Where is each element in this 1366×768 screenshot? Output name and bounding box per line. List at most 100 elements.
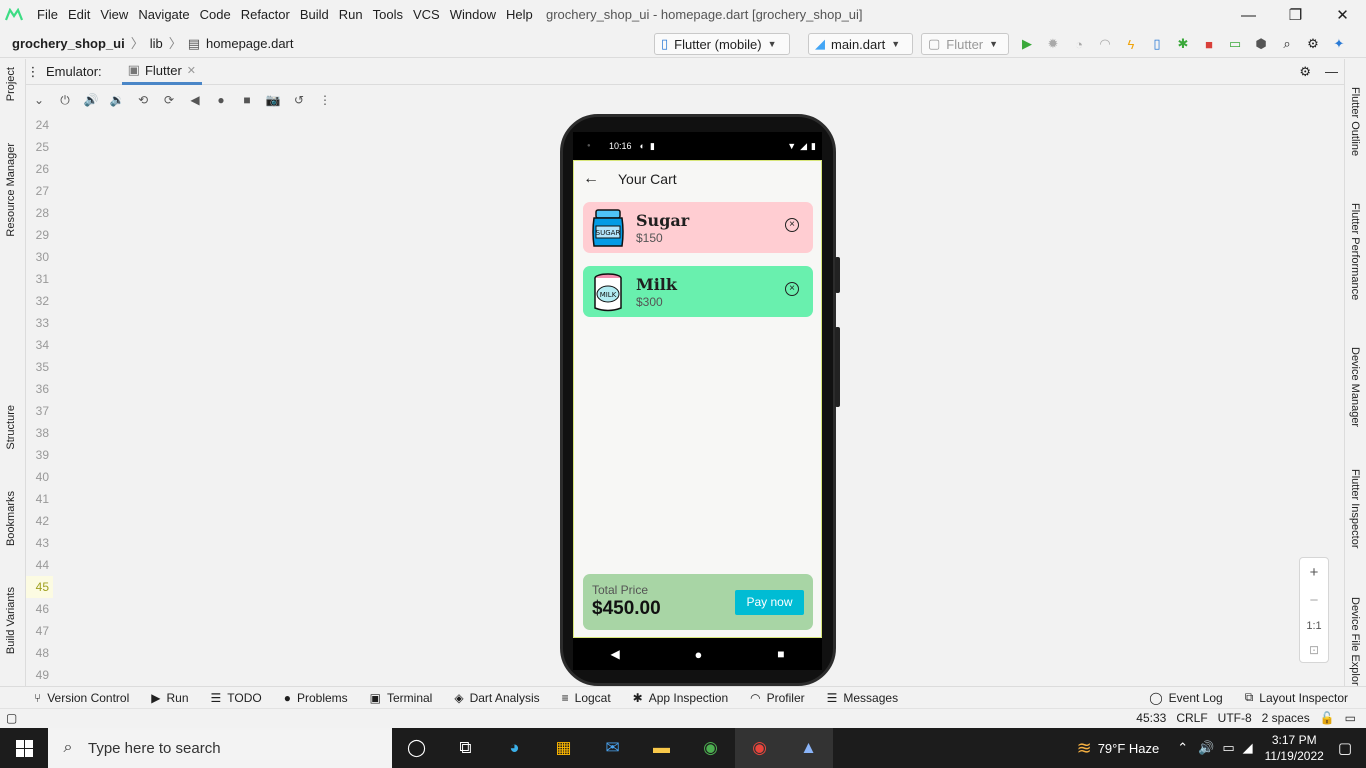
weather-icon[interactable]: ≋ [1077, 738, 1092, 759]
tool-tab-build-variants[interactable]: Build Variants [5, 587, 17, 654]
tool-tab-messages[interactable]: ☰ Messages [827, 691, 898, 705]
layout-toggle-icon[interactable]: ▢ [6, 711, 17, 725]
snapshot-icon[interactable]: ↺ [286, 93, 312, 107]
tool-tab-app-inspection[interactable]: ✱ App Inspection [633, 691, 728, 705]
nav-home-icon[interactable]: ● [695, 647, 703, 662]
apply-changes-icon[interactable]: ▯ [1144, 36, 1170, 52]
attach-selector[interactable]: ▢ Flutter ▼ [921, 33, 1009, 55]
close-tab-icon[interactable]: ✕ [187, 64, 196, 77]
menu-file[interactable]: File [32, 0, 63, 30]
stop-icon[interactable]: ■ [1196, 37, 1222, 52]
store-icon[interactable]: ▦ [539, 728, 588, 768]
tool-tab-project[interactable]: Project [5, 67, 17, 101]
rotate-right-icon[interactable]: ⟳ [156, 93, 182, 107]
lock-icon[interactable]: 🔓 [1320, 711, 1335, 725]
menu-tools[interactable]: Tools [368, 0, 408, 30]
tab-flutter-emulator[interactable]: ▣ Flutter ✕ [121, 59, 202, 85]
menu-navigate[interactable]: Navigate [133, 0, 194, 30]
hot-reload-icon[interactable]: ϟ [1118, 37, 1144, 52]
run-config-selector[interactable]: ◢ main.dart ▼ [808, 33, 913, 55]
sdk-manager-icon[interactable]: ⬢ [1248, 36, 1274, 52]
tool-tab-version-control[interactable]: ⑂ Version Control [34, 691, 129, 705]
debug-icon[interactable]: ✹ [1040, 36, 1066, 52]
battery-tray-icon[interactable]: ▭ [1222, 740, 1234, 756]
run-icon[interactable]: ▶ [1014, 36, 1040, 52]
weather-text[interactable]: 79°F Haze [1098, 741, 1160, 756]
menu-code[interactable]: Code [195, 0, 236, 30]
coverage-icon[interactable]: ◠ [1092, 36, 1118, 52]
task-view-icon[interactable]: ⧉ [441, 728, 490, 768]
volume-up-icon[interactable]: 🔊 [78, 93, 104, 107]
menu-refactor[interactable]: Refactor [236, 0, 295, 30]
show-hidden-icons[interactable]: ⌃ [1177, 740, 1188, 756]
rotate-left-icon[interactable]: ⟲ [130, 93, 156, 107]
more-options-icon[interactable]: ⋮ [312, 93, 338, 107]
tool-tab-todo[interactable]: ☰ TODO [211, 691, 262, 705]
tool-tab-logcat[interactable]: ≡ Logcat [562, 691, 611, 705]
pay-now-button[interactable]: Pay now [735, 590, 804, 615]
back-arrow-icon[interactable]: ← [574, 170, 608, 188]
tool-tab-run[interactable]: ▶ Run [151, 691, 188, 705]
search-icon[interactable]: ⌕ [1274, 36, 1300, 52]
taskbar-search-box[interactable]: ⌕ Type here to search [48, 728, 392, 768]
panel-settings-icon[interactable]: ⚙ [1299, 64, 1311, 80]
power-icon[interactable]: ⏻ [52, 93, 78, 108]
tool-tab-device-file-explorer[interactable]: Device File Explor [1349, 597, 1361, 686]
menu-window[interactable]: Window [445, 0, 501, 30]
tool-tab-bookmarks[interactable]: Bookmarks [5, 491, 17, 546]
tool-tab-terminal[interactable]: ▣ Terminal [370, 691, 433, 705]
zoom-actual-size-button[interactable]: 1:1 [1306, 620, 1321, 632]
tool-tab-resource-manager[interactable]: Resource Manager [5, 143, 17, 237]
chrome-icon[interactable]: ◉ [686, 728, 735, 768]
mail-icon[interactable]: ✉ [588, 728, 637, 768]
nav-recents-icon[interactable]: ■ [777, 647, 784, 661]
tool-tab-layout-inspector[interactable]: ⧉ Layout Inspector [1245, 690, 1348, 705]
tool-tab-problems[interactable]: ● Problems [284, 691, 348, 705]
chevron-down-icon[interactable]: ⌄ [26, 93, 52, 107]
indent-setting[interactable]: 2 spaces [1262, 711, 1310, 725]
settings-icon[interactable]: ⚙ [1300, 36, 1326, 52]
zoom-fit-icon[interactable]: ⊡ [1309, 643, 1319, 657]
chrome-profile-icon[interactable]: ◉ [735, 728, 784, 768]
overview-icon[interactable]: ■ [234, 93, 260, 107]
tool-tab-flutter-performance[interactable]: Flutter Performance [1349, 203, 1361, 300]
menu-run[interactable]: Run [334, 0, 368, 30]
tool-tab-structure[interactable]: Structure [5, 405, 17, 450]
action-center-icon[interactable]: ▢ [1338, 739, 1352, 757]
edge-icon[interactable]: ◕ [490, 728, 539, 768]
gemini-icon[interactable]: ✦ [1326, 36, 1352, 52]
volume-down-icon[interactable]: 🔉 [104, 93, 130, 107]
start-button[interactable] [0, 728, 48, 768]
tool-tab-profiler[interactable]: ◠ Profiler [750, 691, 805, 705]
tool-tab-device-manager[interactable]: Device Manager [1349, 347, 1361, 427]
restore-button[interactable]: ❐ [1272, 0, 1319, 30]
menu-build[interactable]: Build [295, 0, 334, 30]
remove-item-icon[interactable]: × [785, 282, 799, 296]
network-icon[interactable]: ◢ [1243, 740, 1253, 756]
speaker-icon[interactable]: 🔊 [1198, 740, 1214, 756]
minimize-button[interactable]: — [1225, 0, 1272, 30]
home-icon[interactable]: ● [208, 93, 234, 107]
panel-menu-icon[interactable]: ⋮ [26, 64, 40, 80]
taskbar-clock[interactable]: 3:17 PM 11/19/2022 [1265, 732, 1324, 764]
nav-back-icon[interactable]: ◀ [610, 647, 619, 661]
line-separator[interactable]: CRLF [1176, 711, 1207, 725]
zoom-out-button[interactable]: − [1310, 592, 1319, 609]
remove-item-icon[interactable]: × [785, 218, 799, 232]
android-studio-icon[interactable]: ▲ [784, 728, 833, 768]
camera-icon[interactable]: 📷 [260, 93, 286, 107]
menu-vcs[interactable]: VCS [408, 0, 445, 30]
notifications-icon[interactable]: ▭ [1345, 711, 1356, 725]
file-encoding[interactable]: UTF-8 [1218, 711, 1252, 725]
breadcrumb-project[interactable]: grochery_shop_ui [12, 30, 125, 58]
tool-tab-event-log[interactable]: ◯ Event Log [1149, 690, 1222, 705]
caret-position[interactable]: 45:33 [1136, 711, 1166, 725]
device-selector[interactable]: ▯ Flutter (mobile) ▼ [654, 33, 790, 55]
back-icon[interactable]: ◀ [182, 93, 208, 107]
cortana-icon[interactable]: ◯ [392, 728, 441, 768]
tool-tab-flutter-outline[interactable]: Flutter Outline [1349, 87, 1361, 156]
tool-tab-flutter-inspector[interactable]: Flutter Inspector [1349, 469, 1361, 548]
zoom-in-button[interactable]: + [1310, 564, 1319, 581]
menu-view[interactable]: View [95, 0, 133, 30]
file-explorer-icon[interactable]: ▬ [637, 728, 686, 768]
